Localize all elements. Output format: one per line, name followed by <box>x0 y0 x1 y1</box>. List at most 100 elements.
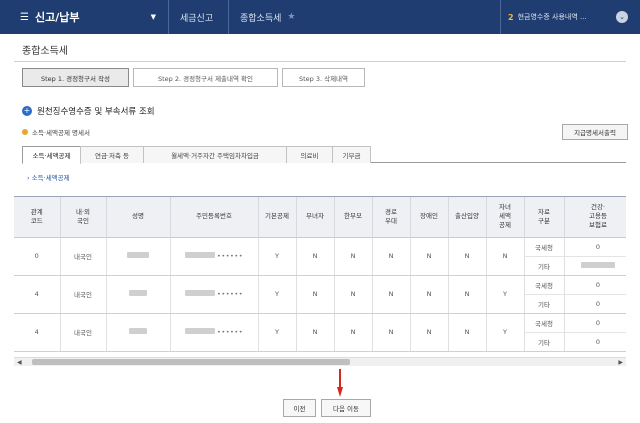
notice-number: 2 <box>508 12 514 22</box>
sub-heading: 소득·세액공제 명세서 <box>22 127 90 137</box>
tab-label: 연금·저축 등 <box>94 152 130 160</box>
header-elderly: 경로 우대 <box>372 197 411 238</box>
tab-medical[interactable]: 의료비 <box>286 146 333 163</box>
hamburger-icon: ☰ <box>20 11 29 23</box>
header-nationality: 내·외 국인 <box>60 197 107 238</box>
tab-label: 의료비 <box>300 152 319 160</box>
tab-label: 기부금 <box>342 152 361 160</box>
notice-text: 현금영수증 사용내역 ... <box>517 13 587 21</box>
cell-single-parent: N <box>334 275 373 314</box>
cell-name <box>106 275 171 314</box>
cell-code: 4 <box>14 275 61 314</box>
cell-disabled: N <box>410 275 449 314</box>
header-birth-adoption: 출산입양 <box>448 197 487 238</box>
cell-data-kind: 국세청 <box>524 313 565 333</box>
ssn-mask: •••••• <box>217 290 244 298</box>
cell-code: 4 <box>14 313 61 352</box>
redacted-name <box>129 328 147 334</box>
tab-step-2[interactable]: Step 2. 경정청구서 제출내역 확인 <box>133 68 278 87</box>
ssn-mask: •••••• <box>217 328 244 336</box>
header-relation-code: 관계 코드 <box>14 197 61 238</box>
cell-insurance <box>564 256 626 276</box>
table-row[interactable]: 4 내국인 •••••• Y N N N N N Y 국세청 0 <box>14 313 626 352</box>
table-row[interactable]: 4 내국인 •••••• Y N N N N N Y 국세청 0 <box>14 275 626 314</box>
header-woman: 부녀자 <box>296 197 335 238</box>
cell-data-kind: 기타 <box>524 256 565 276</box>
bullet-icon <box>22 129 28 135</box>
cell-ssn: •••••• <box>170 275 259 314</box>
cell-name <box>106 237 171 276</box>
redacted-ssn <box>184 290 215 296</box>
header-name: 성명 <box>106 197 171 238</box>
cell-child-credit: Y <box>486 313 525 352</box>
divider <box>228 0 229 34</box>
tab-income-deduction[interactable]: 소득·세액공제 <box>22 146 81 164</box>
header-insurance: 건강· 고용등 보험료 <box>564 197 626 238</box>
print-statement-button[interactable]: 지급명세서출력 <box>562 124 628 140</box>
cell-woman: N <box>296 237 335 276</box>
cell-basic: Y <box>258 313 297 352</box>
redacted-name <box>129 290 147 296</box>
scrollbar-thumb[interactable] <box>32 359 350 365</box>
cell-birth-adoption: N <box>448 275 487 314</box>
table-row[interactable]: 0 내국인 •••••• Y N N N N N N 국세청 0 <box>14 237 626 276</box>
cell-data-kind: 국세청 <box>524 237 565 257</box>
section-heading: + 원천징수영수증 및 부속서류 조회 <box>22 105 155 117</box>
tab-label: Step 1. 경정청구서 작성 <box>40 74 111 83</box>
cell-child-credit: N <box>486 237 525 276</box>
cell-basic: Y <box>258 237 297 276</box>
redacted-name <box>127 252 149 258</box>
cell-data-kind: 국세청 <box>524 275 565 295</box>
cell-insurance: 0 <box>564 313 626 333</box>
cell-elderly: N <box>372 313 411 352</box>
divider <box>14 61 626 62</box>
section-heading-text: 원천징수영수증 및 부속서류 조회 <box>37 107 155 117</box>
tab-pension-savings[interactable]: 연금·저축 등 <box>80 146 144 163</box>
plus-icon: + <box>22 106 32 116</box>
tab-rent-housing[interactable]: 월세액·거주자간 주택임차차입금 <box>143 146 287 163</box>
tab-label: Step 3. 삭제내역 <box>298 74 349 83</box>
cell-disabled: N <box>410 237 449 276</box>
cell-name <box>106 313 171 352</box>
income-deduction-link[interactable]: › 소득·세액공제 <box>27 172 70 182</box>
cell-nationality: 내국인 <box>60 275 107 314</box>
redacted-value <box>581 261 615 268</box>
tab-step-1[interactable]: Step 1. 경정청구서 작성 <box>22 68 129 87</box>
cell-insurance: 0 <box>564 332 626 352</box>
notice-dropdown[interactable]: 2 현금영수증 사용내역 ... ⌄ <box>500 0 640 34</box>
redacted-ssn <box>184 252 215 258</box>
step-tabs: Step 1. 경정청구서 작성 Step 2. 경정청구서 제출내역 확인 S… <box>22 68 369 87</box>
tab-label: 소득·세액공제 <box>32 152 71 160</box>
horizontal-scrollbar[interactable]: ◀ ▶ <box>14 357 626 366</box>
header-ssn: 주민등록번호 <box>170 197 259 238</box>
breadcrumb-label: 세금신고 <box>180 13 214 24</box>
cell-insurance: 0 <box>564 275 626 295</box>
cell-child-credit: Y <box>486 275 525 314</box>
tab-label: Step 2. 경정청구서 제출내역 확인 <box>157 74 254 83</box>
cell-code: 0 <box>14 237 61 276</box>
next-button[interactable]: 다음 이동 <box>321 399 371 417</box>
header-disabled: 장애인 <box>410 197 449 238</box>
star-icon[interactable]: ★ <box>287 12 295 22</box>
header-child-credit: 자녀 세액 공제 <box>486 197 525 238</box>
cell-basic: Y <box>258 275 297 314</box>
menu-dropdown[interactable]: ☰ 신고/납부 ▼ <box>0 0 168 34</box>
red-arrow-icon <box>337 369 343 397</box>
breadcrumb-income-tax[interactable]: 종합소득세 ★ <box>240 0 295 34</box>
tab-label: 월세액·거주자간 주택임차차입금 <box>171 152 259 160</box>
cell-woman: N <box>296 275 335 314</box>
chevron-down-icon[interactable]: ⌄ <box>616 11 628 23</box>
header-data-kind: 자료 구분 <box>524 197 565 238</box>
prev-button[interactable]: 이전 <box>283 399 316 417</box>
tab-donation[interactable]: 기부금 <box>332 146 371 163</box>
divider <box>168 0 169 34</box>
scroll-left-icon[interactable]: ◀ <box>17 359 22 366</box>
sub-heading-text: 소득·세액공제 명세서 <box>32 129 90 137</box>
breadcrumb-tax-filing[interactable]: 세금신고 <box>180 0 213 34</box>
cell-nationality: 내국인 <box>60 237 107 276</box>
tab-step-3[interactable]: Step 3. 삭제내역 <box>282 68 365 87</box>
scroll-right-icon[interactable]: ▶ <box>618 359 623 366</box>
cell-birth-adoption: N <box>448 313 487 352</box>
category-tabs: 소득·세액공제 연금·저축 등 월세액·거주자간 주택임차차입금 의료비 기부금 <box>22 146 626 164</box>
cell-single-parent: N <box>334 313 373 352</box>
